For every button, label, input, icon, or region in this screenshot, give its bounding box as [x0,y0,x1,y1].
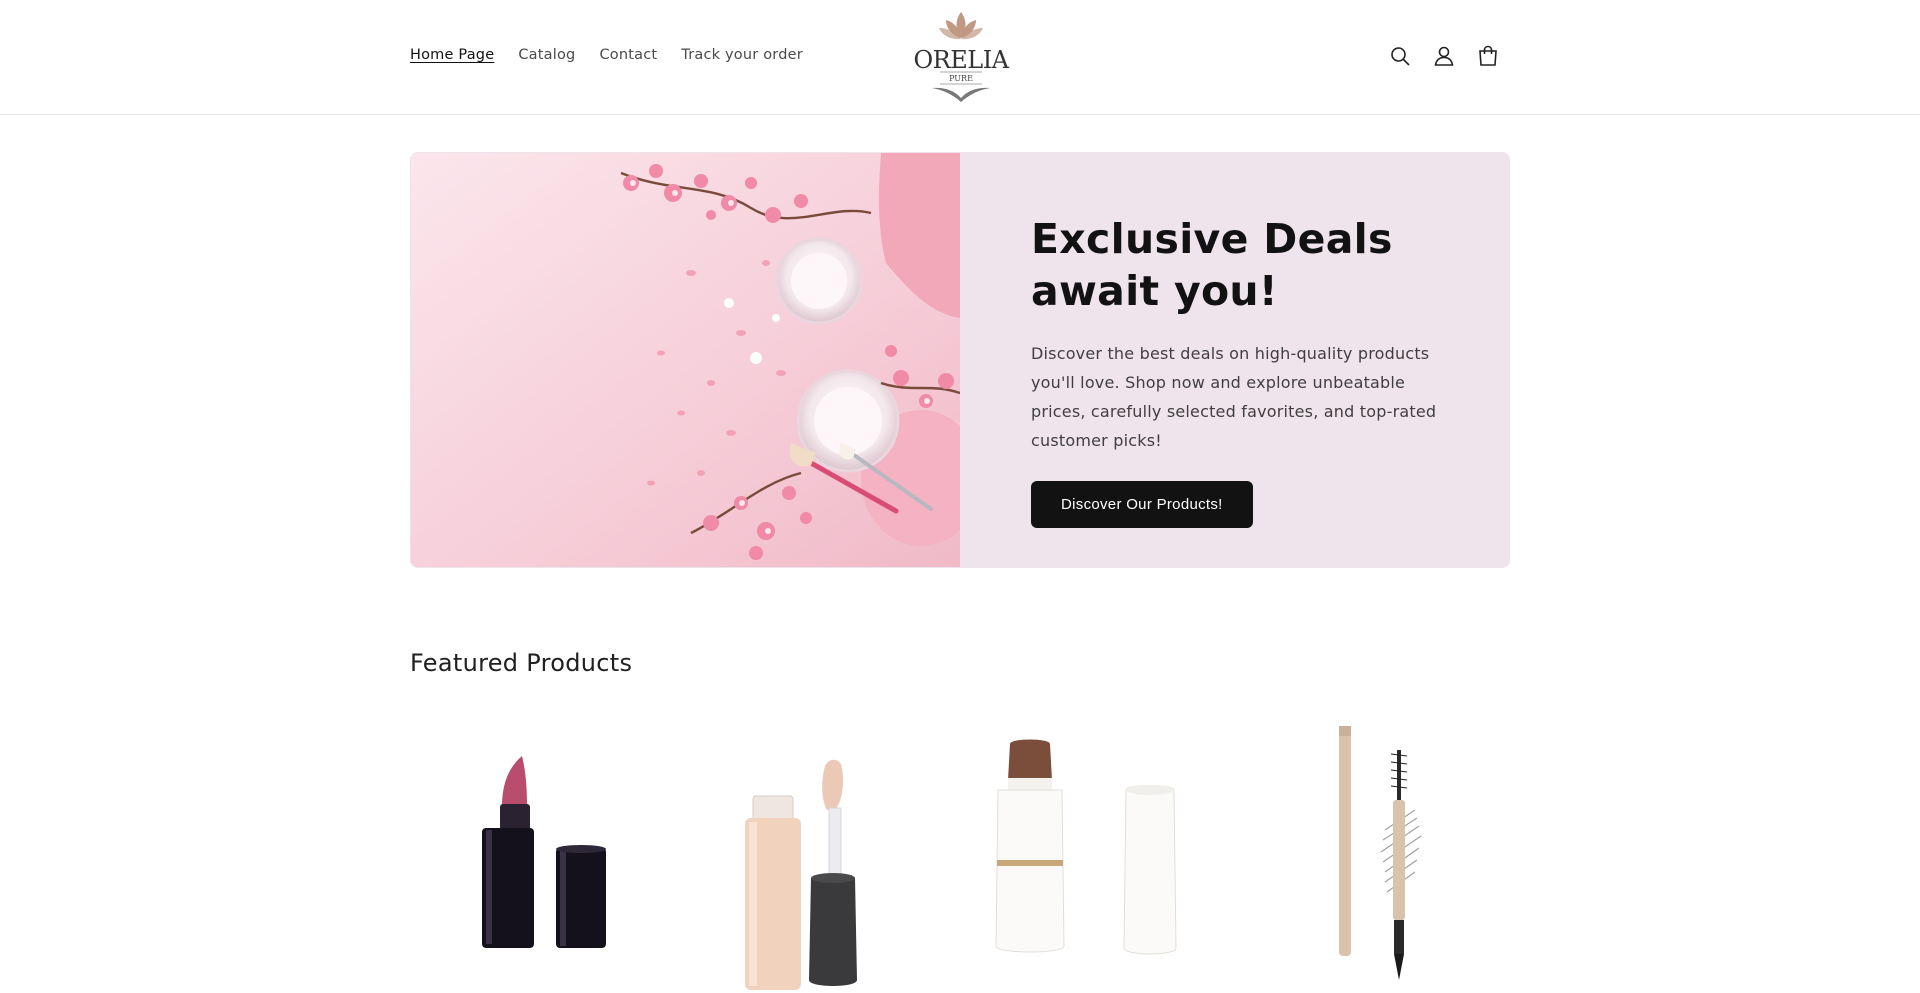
product-card-brow-pencil[interactable] [1235,710,1485,993]
svg-text:ORELIA: ORELIA [913,46,1009,74]
product-card-lipstick[interactable] [410,710,660,993]
nav-contact[interactable]: Contact [599,47,657,63]
concealer-icon [745,759,857,990]
brow-pencil-icon [1339,726,1422,980]
nav-home-page[interactable]: Home Page [410,47,494,63]
site-header: Home Page Catalog Contact Track your ord… [0,0,1920,115]
featured-products-heading: Featured Products [410,649,633,677]
product-grid [410,710,1510,993]
hero-text: Exclusive Deals await you! Discover the … [1031,213,1451,528]
hero-title: Exclusive Deals await you! [1031,215,1393,315]
product-card-concealer[interactable] [685,710,935,993]
brand-logo[interactable]: ORELIA PURE [910,6,1012,106]
main-nav: Home Page Catalog Contact Track your ord… [410,47,827,63]
discover-products-button[interactable]: Discover Our Products! [1031,481,1253,528]
nav-track-order[interactable]: Track your order [681,47,803,63]
product-card-foundation-stick[interactable] [960,710,1210,993]
svg-text:PURE: PURE [949,74,973,83]
hero-cosmetics-image [411,153,960,567]
hero-banner: Exclusive Deals await you! Discover the … [410,152,1510,568]
foundation-stick-icon [995,739,1177,955]
lipstick-icon [482,756,606,948]
nav-catalog[interactable]: Catalog [518,47,575,63]
account-icon[interactable] [1432,44,1456,68]
hero-description: Discover the best deals on high-quality … [1031,344,1437,450]
header-icons [1388,44,1500,68]
search-icon[interactable] [1388,44,1412,68]
cart-icon[interactable] [1476,44,1500,68]
